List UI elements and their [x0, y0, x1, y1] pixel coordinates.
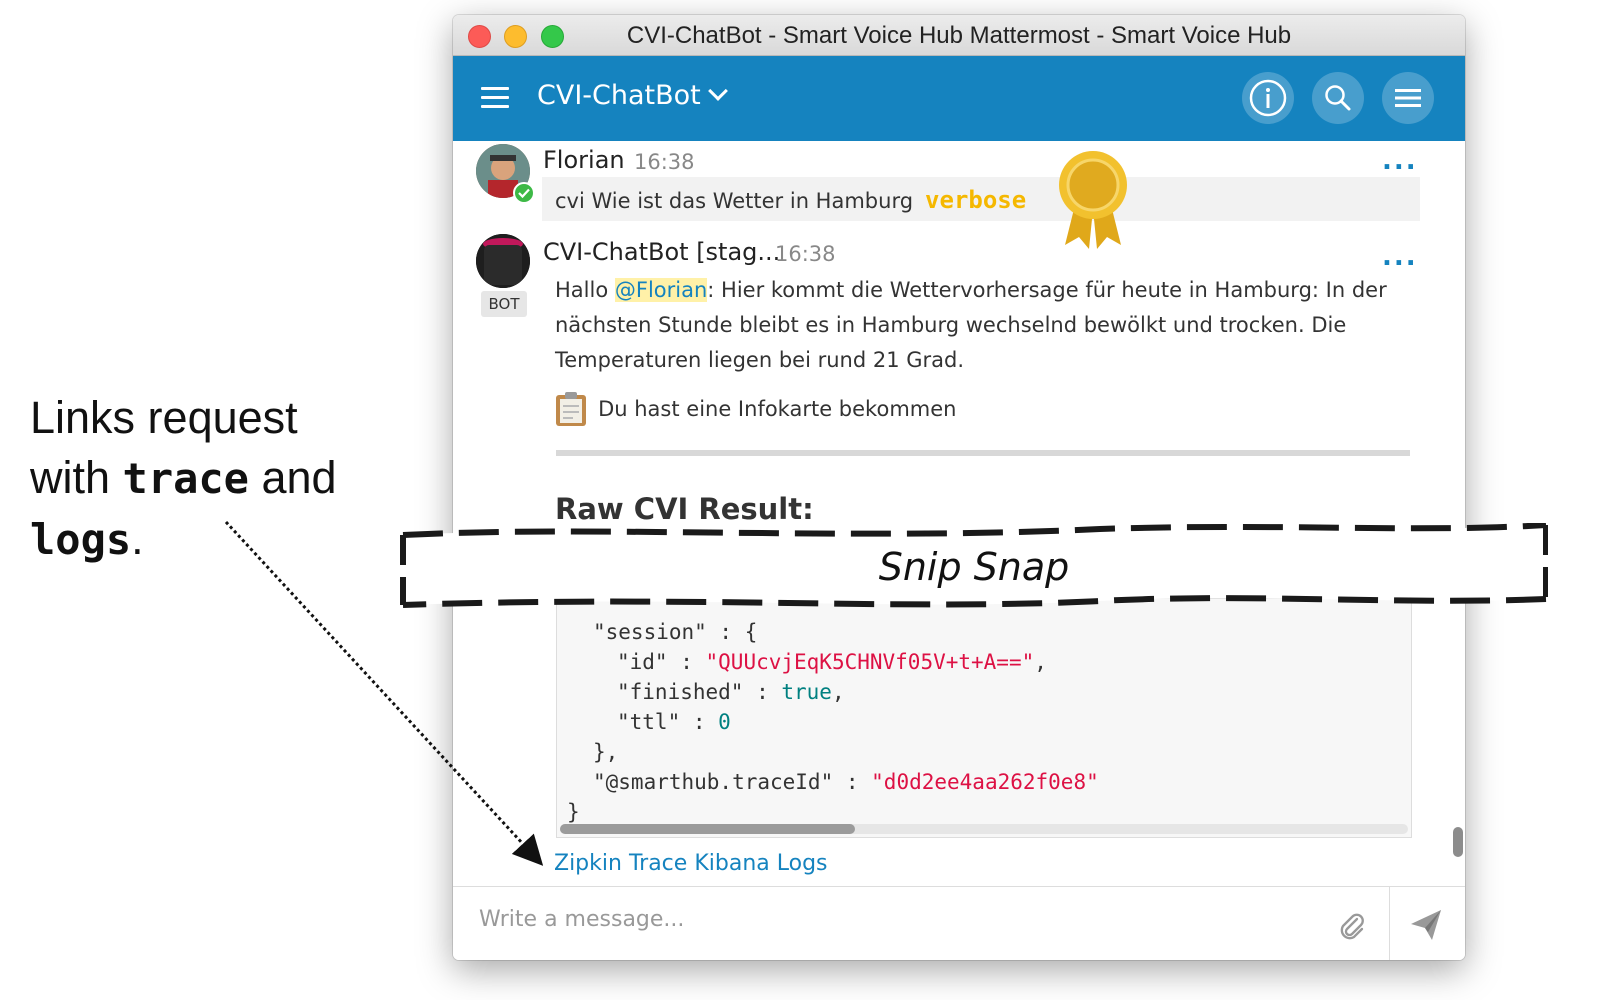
- bot-author[interactable]: CVI-ChatBot [stag...: [543, 238, 780, 266]
- post-florian: Florian 16:38 ... cvi Wie ist das Wetter…: [453, 140, 1465, 249]
- bot-post-more-button[interactable]: ...: [1382, 242, 1418, 272]
- annotation-line-2: with trace and: [30, 448, 410, 509]
- code-line: "session" : {: [593, 620, 758, 644]
- logs-link[interactable]: Logs: [777, 851, 828, 876]
- menu-icon[interactable]: [481, 87, 509, 114]
- kibana-link[interactable]: Kibana: [694, 851, 769, 876]
- annotation-text: Links request with trace and logs.: [30, 388, 410, 570]
- horizontal-scrollbar[interactable]: [560, 824, 1408, 834]
- info-icon: [1249, 79, 1287, 117]
- greeting-text: Hallo: [555, 278, 615, 302]
- post-more-button[interactable]: ...: [1382, 146, 1418, 176]
- raw-result-code-block: "session" : { "id" : "QUUcvjEqK5CHNVf05V…: [556, 598, 1412, 838]
- post-message: cvi Wie ist das Wetter in Hamburg verbose: [555, 186, 1026, 214]
- bot-post-time[interactable]: 16:38: [775, 242, 836, 266]
- annotation-code-logs: logs: [30, 515, 132, 564]
- code-line: "id" : "QUUcvjEqK5CHNVf05V+t+A==",: [617, 650, 1047, 674]
- bot-message-line-1: Hallo @Florian: Hier kommt die Wettervor…: [555, 278, 1387, 302]
- trace-link[interactable]: Trace: [629, 851, 687, 876]
- mention-link[interactable]: @Florian: [614, 278, 708, 302]
- annotation-line-3: logs.: [30, 509, 410, 570]
- post-author[interactable]: Florian: [543, 146, 625, 174]
- annotation-line-3-suffix: .: [131, 513, 144, 564]
- vertical-scrollbar[interactable]: [1453, 827, 1463, 857]
- composer-divider: [1389, 887, 1390, 960]
- channel-name: CVI-ChatBot: [537, 80, 701, 111]
- chevron-down-icon: [707, 81, 728, 101]
- infocard-row: Du hast eine Infokarte bekommen: [555, 391, 956, 427]
- channel-name-dropdown[interactable]: CVI-ChatBot: [537, 80, 728, 111]
- zipkin-link[interactable]: Zipkin: [554, 851, 622, 876]
- message-line-1-rest: : Hier kommt die Wettervorhersage für he…: [707, 278, 1387, 302]
- bot-avatar[interactable]: [476, 234, 530, 288]
- app-window: CVI-ChatBot - Smart Voice Hub Mattermost…: [453, 15, 1465, 960]
- bot-badge: BOT: [481, 291, 527, 317]
- annotation-line-2-suffix: and: [248, 452, 337, 503]
- more-menu-icon: [1395, 89, 1421, 107]
- message-input[interactable]: Write a message...: [479, 907, 684, 932]
- annotation-code-trace: trace: [122, 454, 249, 503]
- search-icon: [1325, 85, 1351, 111]
- channel-header: CVI-ChatBot: [453, 56, 1465, 141]
- code-line: "@smarthub.traceId" : "d0d2ee4aa262f0e8": [593, 770, 1099, 794]
- title-bar: CVI-ChatBot - Smart Voice Hub Mattermost…: [453, 15, 1465, 56]
- annotation-line-2-prefix: with: [30, 452, 123, 503]
- bot-message-line-3: Temperaturen liegen bei rund 21 Grad.: [555, 348, 965, 372]
- smart-speaker-icon: [476, 234, 530, 288]
- info-button[interactable]: [1242, 72, 1294, 124]
- annotation-line-1: Links request: [30, 392, 298, 443]
- code-line: "ttl" : 0: [617, 710, 731, 734]
- paperclip-icon[interactable]: [1337, 911, 1367, 941]
- window-title: CVI-ChatBot - Smart Voice Hub Mattermost…: [626, 22, 1292, 49]
- search-button[interactable]: [1312, 72, 1364, 124]
- send-icon[interactable]: [1408, 907, 1444, 943]
- bot-message-line-2: nächsten Stunde bleibt es in Hamburg wec…: [555, 313, 1347, 337]
- message-composer: Write a message...: [453, 886, 1465, 960]
- more-menu-button[interactable]: [1382, 72, 1434, 124]
- post-time[interactable]: 16:38: [634, 150, 695, 174]
- infocard-text: Du hast eine Infokarte bekommen: [598, 396, 957, 421]
- clipboard-icon: [556, 392, 586, 426]
- online-status-icon: [513, 182, 535, 204]
- trace-log-links: Zipkin Trace Kibana Logs: [554, 851, 835, 876]
- code-line: }: [567, 800, 580, 824]
- raw-result-heading: Raw CVI Result:: [555, 492, 814, 526]
- code-line: },: [593, 740, 619, 764]
- attachment-divider: [556, 450, 1410, 456]
- message-text: cvi Wie ist das Wetter in Hamburg: [555, 189, 914, 213]
- verbose-flag: verbose: [925, 186, 1027, 214]
- horizontal-scrollbar-thumb[interactable]: [560, 824, 855, 834]
- code-line: "finished" : true,: [617, 680, 845, 704]
